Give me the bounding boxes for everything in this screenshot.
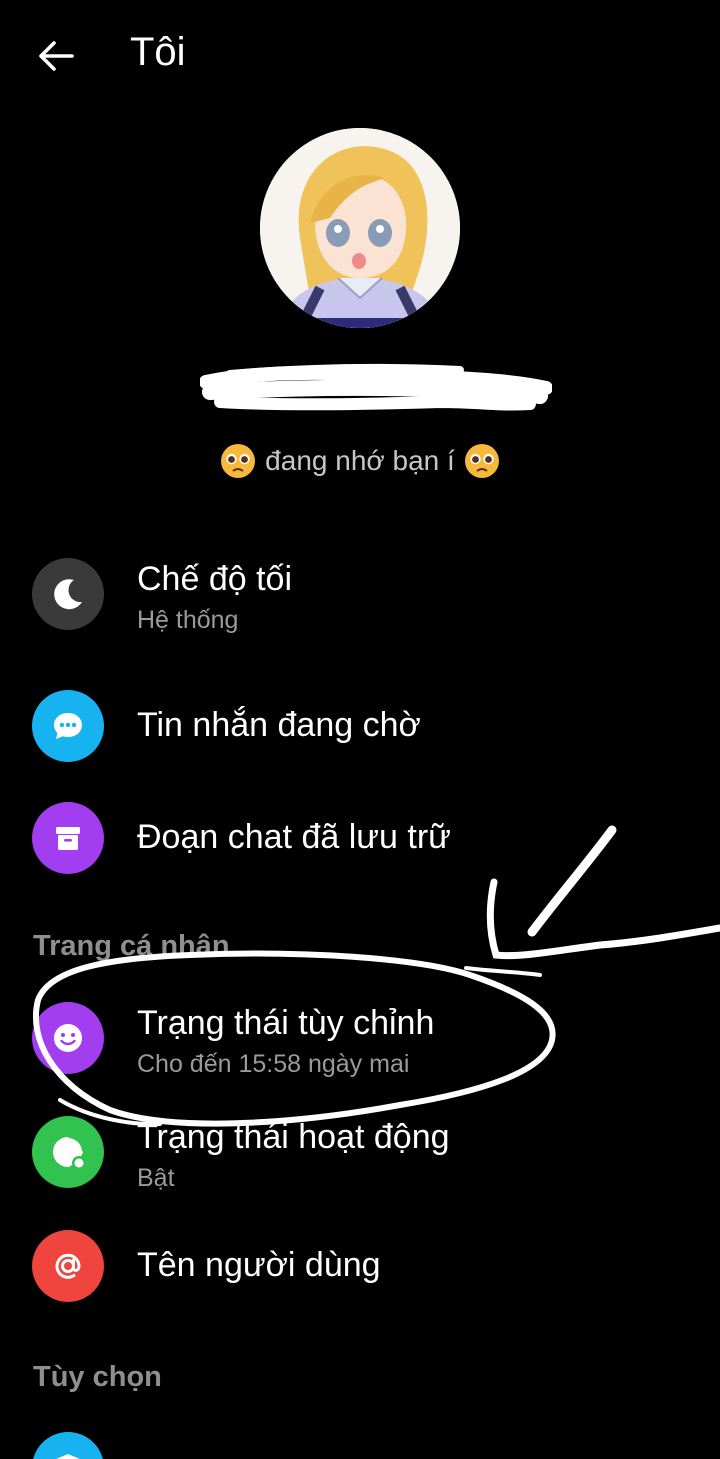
back-button[interactable] <box>34 34 78 78</box>
menu-item-archived-chats[interactable]: Đoạn chat đã lưu trữ <box>0 784 720 894</box>
menu-item-pending-messages[interactable]: Tin nhắn đang chờ <box>0 672 720 782</box>
profile-picture <box>260 128 460 328</box>
menu-item-sublabel: Hệ thống <box>137 606 239 634</box>
menu-item-username[interactable]: Tên người dùng <box>0 1212 720 1322</box>
page-title: Tôi <box>130 30 186 74</box>
menu-item-label: Tên người dùng <box>137 1246 381 1284</box>
section-title-options: Tùy chọn <box>33 1361 162 1393</box>
menu-item-sublabel: Bật <box>137 1164 175 1192</box>
menu-item-label: Trạng thái hoạt động <box>137 1118 450 1156</box>
menu-item-label: Chế độ tối <box>137 560 292 598</box>
status-note-text: đang nhớ bạn í <box>265 445 455 476</box>
archived-chats-icon-circle <box>32 802 104 874</box>
menu-item-active-status[interactable]: Trạng thái hoạt động Bật <box>0 1098 720 1208</box>
pending-messages-icon-circle <box>32 690 104 762</box>
username-icon-circle <box>32 1230 104 1302</box>
menu-item-label: Đoạn chat đã lưu trữ <box>137 818 451 856</box>
arrow-left-icon <box>39 41 74 71</box>
menu-item-custom-status[interactable]: Trạng thái tùy chỉnh Cho đến 15:58 ngày … <box>0 984 720 1094</box>
section-title-profile: Trang cá nhân <box>33 930 230 962</box>
avatar[interactable] <box>260 128 460 328</box>
at-sign-icon <box>55 1253 81 1279</box>
custom-status-icon-circle <box>32 1002 104 1074</box>
pleading-face-emoji-icon <box>464 444 499 478</box>
moon-icon <box>54 579 82 610</box>
dark-mode-icon-circle <box>32 558 104 630</box>
top-bar: Tôi <box>0 0 720 112</box>
active-status-icon-circle <box>32 1116 104 1188</box>
menu-item-partial[interactable] <box>0 1414 720 1459</box>
status-note[interactable]: đang nhớ bạn í <box>0 442 720 480</box>
menu-item-sublabel: Cho đến 15:58 ngày mai <box>137 1050 410 1078</box>
active-dot-icon <box>53 1137 86 1170</box>
archive-box-icon <box>56 827 80 850</box>
shield-icon <box>56 1454 80 1459</box>
partial-item-icon-circle <box>32 1432 104 1459</box>
chat-bubble-icon <box>54 713 82 739</box>
pleading-face-emoji-icon <box>221 444 256 478</box>
menu-item-dark-mode[interactable]: Chế độ tối Hệ thống <box>0 540 720 650</box>
menu-item-label: Trạng thái tùy chỉnh <box>137 1004 435 1042</box>
smiley-icon <box>54 1024 82 1052</box>
menu-item-label: Tin nhắn đang chờ <box>137 706 421 744</box>
redacted-name <box>199 362 553 420</box>
